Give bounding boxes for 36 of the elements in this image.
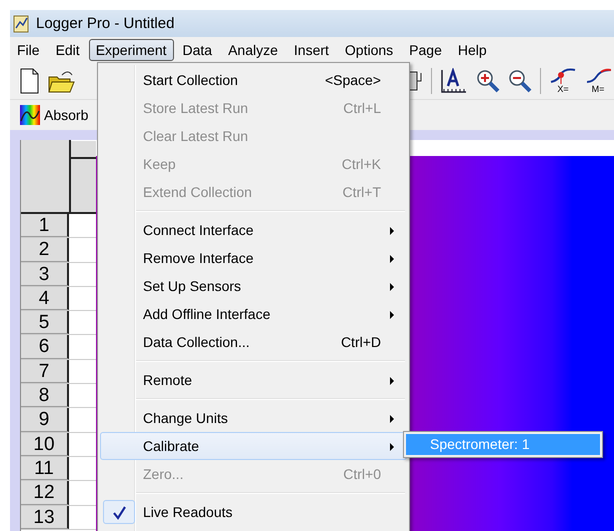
row-number: 13 [21,506,69,529]
tangent-label: X= [557,85,569,94]
row-number: 5 [21,311,69,334]
row-number: 2 [21,238,69,262]
menu-item[interactable]: Remote [100,366,407,394]
menu-bar-item[interactable]: Help [450,39,494,61]
row-number: 11 [21,456,69,480]
menu-item[interactable]: Set Up Sensors [100,272,407,300]
menu-item[interactable]: Data Collection... Ctrl+D [100,328,407,356]
menu-item[interactable]: Start Collection <Space> [100,66,407,94]
row-number: 7 [21,360,69,384]
row-number: 4 [21,286,69,310]
menu-item[interactable]: Connect Interface [100,216,407,244]
menu-bar-item[interactable]: Options [338,39,400,61]
row-number: 9 [21,408,69,432]
menu-bar-item[interactable]: Edit [48,39,87,61]
menu-item[interactable]: Change Units [100,404,407,432]
menu-item[interactable]: Remove Interface [100,244,407,272]
menu-bar-item[interactable]: Experiment [88,39,174,61]
model-label: M= [592,85,604,94]
menu-bar-item[interactable]: Data [176,39,220,61]
row-number: 8 [21,384,69,408]
menu-bar-item[interactable]: Analyze [221,39,285,61]
menu-bar-item[interactable]: Insert [286,39,336,61]
row-number: 1 [21,214,69,238]
row-number: 6 [21,335,69,359]
row-number: 12 [21,481,69,505]
toolbar-button-label[interactable]: Absorb [44,107,88,123]
row-number: 10 [21,432,69,456]
menu-item[interactable]: Calibrate [100,432,407,460]
window-title: Logger Pro - Untitled [36,15,174,32]
menu-bar-item[interactable]: File [10,39,47,61]
menu-bar-item[interactable]: Page [402,39,449,61]
menu-item[interactable]: Live Readouts [100,498,407,526]
row-number: 3 [21,262,69,286]
menu-item[interactable]: Add Offline Interface [100,300,407,328]
